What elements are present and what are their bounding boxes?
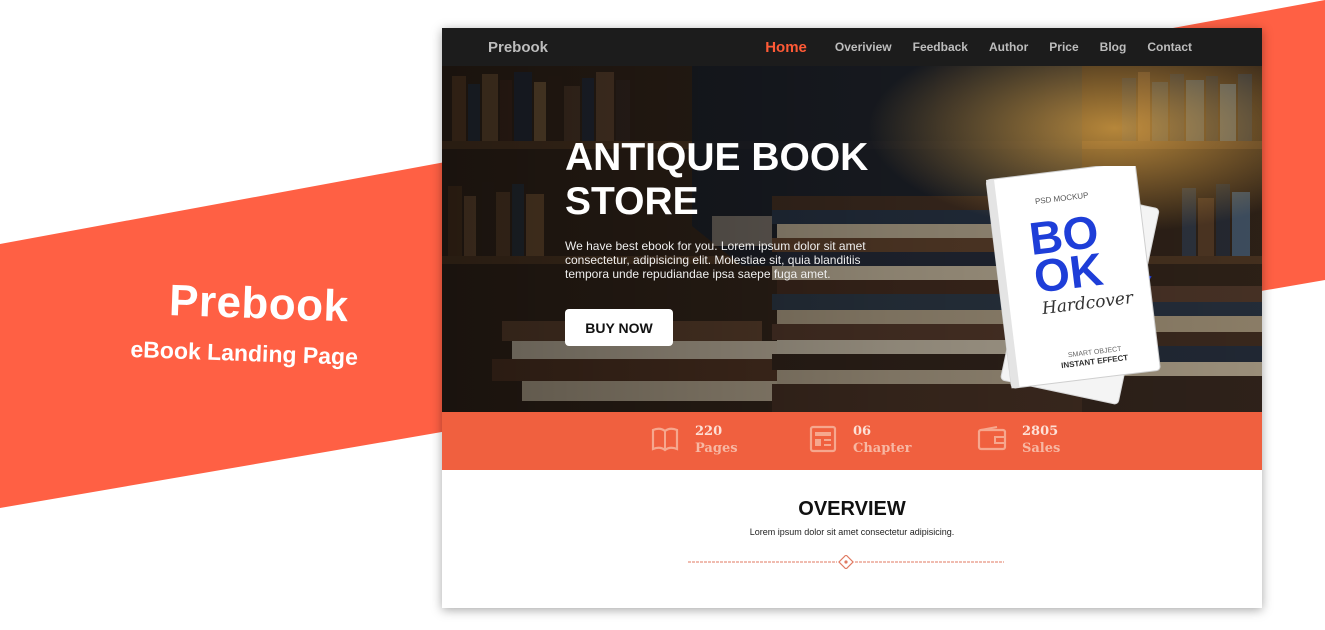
buy-now-button[interactable]: BUY NOW xyxy=(565,309,673,346)
hero-description: We have best ebook for you. Lorem ipsum … xyxy=(565,239,866,281)
hero-section: ANTIQUE BOOK STORE We have best ebook fo… xyxy=(442,66,1262,412)
promo-title: Prebook xyxy=(168,276,350,332)
wallet-icon xyxy=(977,426,1007,451)
stat-chapter-value: 06 xyxy=(853,424,872,439)
book-mockup-image: V PSD MOCKUP BO OK Hardcover SMART OBJEC… xyxy=(982,161,1192,406)
stat-chapter-label: Chapter xyxy=(853,441,912,456)
nav-item-home[interactable]: Home xyxy=(765,39,807,56)
hero-title-line-1: ANTIQUE BOOK xyxy=(565,136,869,179)
stat-chapter: 06 Chapter xyxy=(808,424,911,458)
brand-logo[interactable]: Prebook xyxy=(488,39,548,56)
nav-item-price[interactable]: Price xyxy=(1049,40,1078,54)
promo-stage: Prebook eBook Landing Page Prebook Home … xyxy=(0,0,1325,630)
stat-sales-label: Sales xyxy=(1022,441,1061,456)
nav-menu: Home Overiview Feedback Author Price Blo… xyxy=(765,28,1192,66)
nav-item-overview[interactable]: Overiview xyxy=(835,40,892,54)
stat-pages: 220 Pages xyxy=(650,424,738,458)
stat-pages-label: Pages xyxy=(695,441,738,456)
section-divider xyxy=(688,555,1004,569)
nav-item-blog[interactable]: Blog xyxy=(1100,40,1127,54)
stat-pages-value: 220 xyxy=(695,424,723,439)
stat-sales-value: 2805 xyxy=(1022,424,1059,439)
hero-title: ANTIQUE BOOK STORE xyxy=(565,136,925,224)
overview-text: Lorem ipsum dolor sit amet consectetur a… xyxy=(749,527,955,537)
newspaper-icon xyxy=(809,425,837,453)
nav-item-author[interactable]: Author xyxy=(989,40,1028,54)
nav-item-contact[interactable]: Contact xyxy=(1147,40,1192,54)
nav-item-feedback[interactable]: Feedback xyxy=(913,40,968,54)
landing-page-mockup: Prebook Home Overiview Feedback Author P… xyxy=(442,28,1262,608)
open-book-icon xyxy=(651,427,679,452)
stat-sales: 2805 Sales xyxy=(977,424,1060,458)
hero-title-line-2: STORE xyxy=(565,180,699,223)
stats-bar: 220 Pages 06 Chapter 2805 Sales xyxy=(442,412,1262,470)
overview-title: OVERVIEW xyxy=(798,498,906,520)
top-navbar: Prebook Home Overiview Feedback Author P… xyxy=(442,28,1262,66)
